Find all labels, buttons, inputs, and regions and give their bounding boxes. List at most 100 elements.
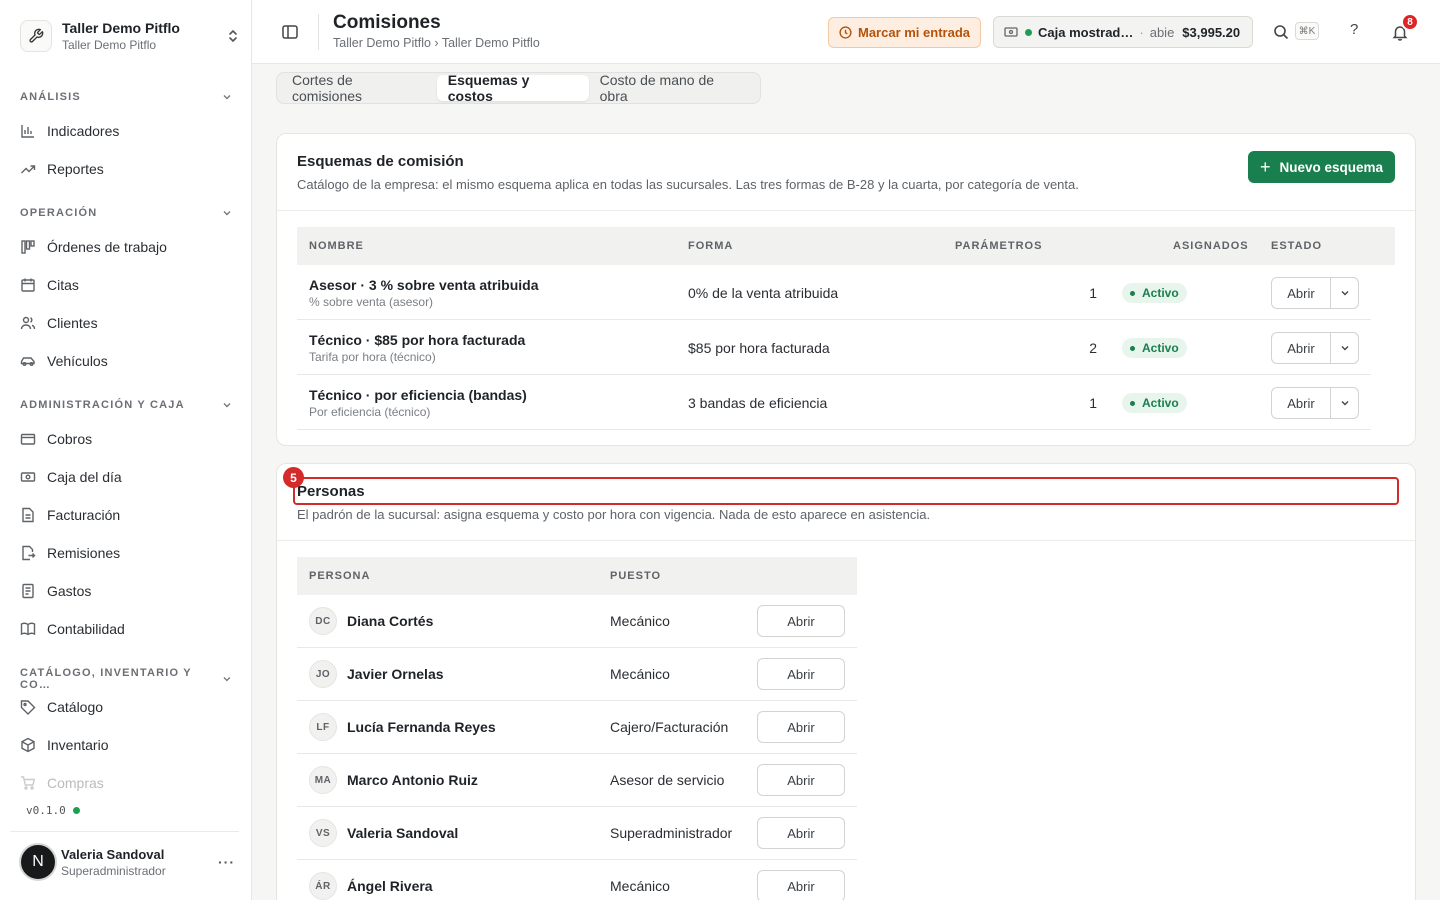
open-button[interactable]: Abrir (1272, 278, 1331, 308)
section-analisis[interactable]: ANÁLISIS (20, 91, 232, 103)
sidebar-item-citas[interactable]: Citas (20, 270, 232, 300)
status-badge: Activo (1122, 393, 1187, 413)
status-badge: Activo (1122, 283, 1187, 303)
person-name: Marco Antonio Ruiz (347, 772, 478, 788)
sidebar-item-ordenes[interactable]: Órdenes de trabajo (20, 232, 232, 262)
chevrons-updown-icon (226, 28, 240, 44)
chevron-down-icon[interactable] (1331, 278, 1358, 308)
open-button[interactable]: Abrir (757, 605, 845, 637)
status-label: Activo (1142, 341, 1179, 355)
sidebar-item-label: Caja del día (47, 469, 122, 485)
sidebar-item-contabilidad[interactable]: Contabilidad (20, 614, 232, 644)
open-button[interactable]: Abrir (757, 711, 845, 743)
avatar: ÁR (309, 872, 337, 900)
chevron-down-icon[interactable] (1331, 388, 1358, 418)
sidebar-item-indicadores[interactable]: Indicadores (20, 116, 232, 146)
trend-icon (20, 161, 36, 177)
sidebar-item-label: Citas (47, 277, 79, 293)
help-button[interactable]: ? (1350, 21, 1358, 38)
chevron-down-icon (223, 95, 231, 100)
user-menu[interactable]: N Valeria Sandoval Superadministrador ··… (19, 843, 235, 881)
open-button[interactable]: Abrir (757, 764, 845, 796)
box-icon (20, 737, 36, 753)
cash-register-selector[interactable]: Caja mostrad… · abie $3,995.20 (993, 16, 1253, 48)
user-role: Superadministrador (61, 863, 166, 878)
page-title: Comisiones (333, 12, 441, 33)
sidebar-item-label: Inventario (47, 737, 109, 753)
person-name: Diana Cortés (347, 613, 434, 629)
people-table-header: PERSONA PUESTO (297, 557, 857, 595)
schemes-table-header: NOMBRE FORMA PARÁMETROS ASIGNADOS ESTADO (297, 227, 1395, 265)
section-catalogo[interactable]: CATÁLOGO, INVENTARIO Y CO… (20, 667, 232, 691)
row-action-split: Abrir (1271, 332, 1359, 364)
tab-bar: Cortes de comisiones Esquemas y costos C… (276, 72, 761, 104)
avatar: DC (309, 607, 337, 635)
sidebar-item-compras[interactable]: Compras (20, 768, 232, 798)
top-header: Comisiones Taller Demo Pitflo › Taller D… (252, 0, 1440, 64)
table-row: MA Marco Antonio Ruiz Asesor de servicio… (297, 754, 857, 807)
register-amount: $3,995.20 (1182, 24, 1241, 40)
sidebar-item-label: Cobros (47, 431, 93, 447)
row-action-split: Abrir (1271, 277, 1359, 309)
divider (277, 540, 1415, 541)
status-label: Activo (1142, 286, 1179, 300)
new-scheme-button[interactable]: + Nuevo esquema (1248, 151, 1395, 183)
sidebar-toggle-icon[interactable] (281, 23, 299, 41)
wrench-icon (20, 20, 52, 52)
tab-esquemas[interactable]: Esquemas y costos (436, 72, 589, 104)
person-name: Lucía Fernanda Reyes (347, 719, 496, 735)
sidebar-item-caja[interactable]: Caja del día (20, 462, 232, 492)
avatar: MA (309, 766, 337, 794)
sidebar-item-cobros[interactable]: Cobros (20, 424, 232, 454)
section-administracion[interactable]: ADMINISTRACIÓN Y CAJA (20, 399, 232, 411)
chevron-down-icon (223, 403, 231, 408)
open-button[interactable]: Abrir (1272, 333, 1331, 363)
col-forma: FORMA (688, 240, 734, 252)
car-icon (20, 353, 36, 369)
search-icon[interactable] (1272, 23, 1290, 41)
person-name: Valeria Sandoval (347, 825, 459, 841)
sidebar-item-label: Contabilidad (47, 621, 125, 637)
tab-cortes[interactable]: Cortes de comisiones (281, 72, 437, 104)
sidebar-item-gastos[interactable]: Gastos (20, 576, 232, 606)
sidebar-item-facturacion[interactable]: Facturación (20, 500, 232, 530)
tab-costo-mano-obra[interactable]: Costo de mano de obra (589, 72, 756, 104)
avatar: JO (309, 660, 337, 688)
clock-in-button[interactable]: Marcar mi entrada (828, 17, 981, 48)
status-label: Activo (1142, 396, 1179, 410)
more-icon[interactable]: ··· (218, 854, 235, 870)
person-role: Asesor de servicio (610, 772, 725, 788)
open-button[interactable]: Abrir (1272, 388, 1331, 418)
scheme-name: Asesor · 3 % sobre venta atribuida (309, 277, 539, 293)
plus-icon: + (1259, 156, 1271, 177)
sidebar-item-catalogo[interactable]: Catálogo (20, 692, 232, 722)
file-icon (20, 507, 36, 523)
sidebar-item-clientes[interactable]: Clientes (20, 308, 232, 338)
card-title: Esquemas de comisión (297, 153, 464, 170)
divider (10, 831, 239, 832)
status-dot (72, 807, 80, 814)
bar-chart-icon (20, 123, 36, 139)
section-label: ADMINISTRACIÓN Y CAJA (20, 399, 185, 411)
table-row: Técnico · $85 por hora facturada Tarifa … (297, 320, 1371, 375)
sidebar-item-remisiones[interactable]: Remisiones (20, 538, 232, 568)
col-asignados: ASIGNADOS (1173, 240, 1249, 252)
sidebar-item-vehiculos[interactable]: Vehículos (20, 346, 232, 376)
person-role: Mecánico (610, 666, 670, 682)
org-switcher[interactable]: Taller Demo Pitflo Taller Demo Pitflo (20, 16, 240, 56)
card-description: Catálogo de la empresa: el mismo esquema… (297, 177, 1079, 192)
open-button[interactable]: Abrir (757, 658, 845, 690)
sidebar-item-label: Catálogo (47, 699, 104, 715)
app-version: v0.1.0 (26, 804, 80, 817)
section-operacion[interactable]: OPERACIÓN (20, 207, 232, 219)
table-row: Técnico · por eficiencia (bandas) Por ef… (297, 375, 1371, 430)
open-button[interactable]: Abrir (757, 817, 845, 849)
divider (318, 14, 319, 50)
wallet-icon (20, 431, 36, 447)
chevron-down-icon[interactable] (1331, 333, 1358, 363)
breadcrumb: Taller Demo Pitflo › Taller Demo Pitflo (333, 36, 540, 50)
sidebar-item-reportes[interactable]: Reportes (20, 154, 232, 184)
person-role: Mecánico (610, 878, 670, 894)
open-button[interactable]: Abrir (757, 870, 845, 900)
sidebar-item-inventario[interactable]: Inventario (20, 730, 232, 760)
